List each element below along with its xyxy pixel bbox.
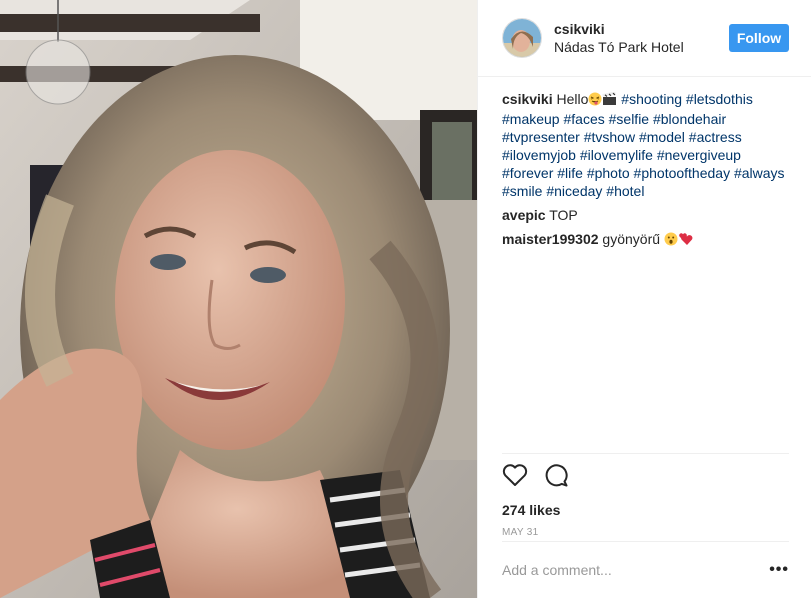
heart-icon[interactable] [502, 463, 528, 489]
clapper-board-icon [602, 91, 617, 110]
hashtag-link[interactable]: #tvshow [584, 129, 635, 145]
comments-list: csikviki Hello #shooting #letsdothis #ma… [502, 90, 792, 256]
post-actions: 274 likes MAY 31 [502, 453, 789, 538]
hashtag-link[interactable]: #letsdothis [686, 91, 753, 107]
post-photo[interactable] [0, 0, 477, 598]
hashtag-link[interactable]: #niceday [546, 183, 602, 199]
instagram-post: csikviki Nádas Tó Park Hotel Follow csik… [0, 0, 811, 598]
header-username[interactable]: csikviki [554, 20, 684, 38]
comment-item: avepic TOP [502, 206, 792, 224]
hashtag-link[interactable]: #makeup [502, 111, 560, 127]
caption: csikviki Hello #shooting #letsdothis #ma… [502, 90, 792, 200]
post-date: MAY 31 [502, 527, 539, 538]
hashtag-link[interactable]: #life [557, 165, 583, 181]
likes-count[interactable]: 274 likes [502, 502, 789, 518]
comment-text: gyönyörű [602, 231, 661, 247]
comment-input[interactable] [502, 561, 752, 578]
hashtag-link[interactable]: #nevergiveup [657, 147, 741, 163]
avatar-image [503, 19, 541, 57]
hashtag-link[interactable]: #actress [689, 129, 742, 145]
hashtag-link[interactable]: #always [734, 165, 785, 181]
hashtag-link[interactable]: #ilovemylife [580, 147, 653, 163]
hashtag-link[interactable]: #photooftheday [634, 165, 731, 181]
hashtag-link[interactable]: #forever [502, 165, 553, 181]
comment-text: TOP [549, 207, 578, 223]
hashtag-link[interactable]: #smile [502, 183, 542, 199]
caption-username[interactable]: csikviki [502, 91, 553, 107]
comment-username[interactable]: avepic [502, 207, 546, 223]
hashtag-link[interactable]: #shooting [621, 91, 682, 107]
hashtag-link[interactable]: #selfie [609, 111, 649, 127]
location-link[interactable]: Nádas Tó Park Hotel [554, 38, 684, 56]
caption-text: Hello [556, 91, 589, 107]
hashtag-link[interactable]: #faces [563, 111, 604, 127]
more-options-icon[interactable]: ••• [769, 562, 789, 578]
add-comment-bar: ••• [502, 541, 789, 597]
hashtag-link[interactable]: #model [639, 129, 685, 145]
action-icons [502, 464, 789, 488]
comment-bubble-icon[interactable] [544, 463, 570, 489]
hashtag-link[interactable]: #hotel [606, 183, 644, 199]
hashtag-link[interactable]: #ilovemyjob [502, 147, 576, 163]
hashtag-link[interactable]: #tvpresenter [502, 129, 580, 145]
astonished-face-icon [664, 232, 678, 250]
selfie-image [0, 0, 477, 598]
two-hearts-icon [678, 232, 693, 250]
post-header: csikviki Nádas Tó Park Hotel Follow [478, 0, 811, 77]
avatar[interactable] [502, 18, 542, 58]
post-panel: csikviki Nádas Tó Park Hotel Follow csik… [477, 0, 811, 598]
user-meta: csikviki Nádas Tó Park Hotel [554, 20, 684, 56]
follow-button[interactable]: Follow [729, 24, 789, 52]
hashtags: #shooting #letsdothis #makeup #faces #se… [502, 91, 785, 199]
hashtag-link[interactable]: #blondehair [653, 111, 726, 127]
comment-username[interactable]: maister199302 [502, 231, 599, 247]
squinting-face-with-tongue-icon [588, 92, 602, 110]
hashtag-link[interactable]: #photo [587, 165, 630, 181]
comment-item: maister199302 gyönyörű [502, 230, 792, 250]
